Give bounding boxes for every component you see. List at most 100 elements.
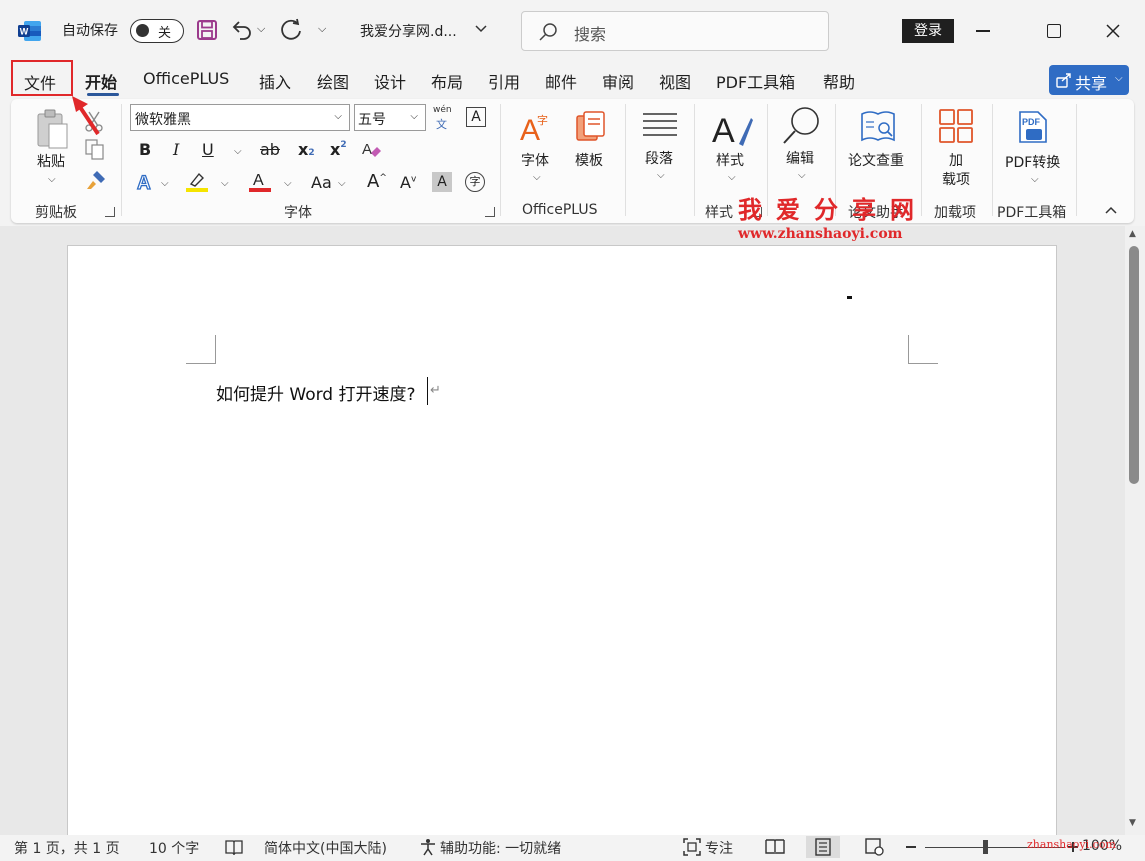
tab-home[interactable]: 开始	[85, 69, 117, 93]
change-case-button[interactable]: Aa	[311, 173, 332, 192]
paste-button-label[interactable]: 粘贴	[37, 151, 65, 171]
paragraph-dropdown-icon[interactable]: ⌵	[657, 170, 665, 181]
word-app-icon: W	[18, 21, 41, 41]
accessibility-icon[interactable]	[419, 838, 437, 856]
change-case-dropdown-icon[interactable]: ⌵	[338, 178, 346, 189]
zoom-slider-thumb[interactable]	[983, 840, 988, 854]
undo-dropdown-icon[interactable]: ⌵	[257, 22, 265, 36]
clipboard-launcher-icon[interactable]	[105, 207, 115, 217]
print-layout-button[interactable]	[806, 836, 840, 858]
scroll-down-icon[interactable]: ▼	[1129, 818, 1136, 828]
pdf-convert-icon[interactable]: PDF	[1016, 110, 1050, 144]
tab-review[interactable]: 审阅	[602, 69, 634, 93]
paper-check-icon[interactable]	[860, 110, 896, 144]
addins-label-line1[interactable]: 加	[949, 150, 963, 170]
web-layout-icon[interactable]	[865, 838, 885, 856]
paragraph-icon[interactable]	[642, 110, 678, 140]
tab-view[interactable]: 视图	[659, 69, 691, 93]
scrollbar-thumb[interactable]	[1129, 246, 1139, 484]
scroll-up-icon[interactable]: ▲	[1129, 229, 1136, 239]
save-icon[interactable]	[196, 19, 218, 41]
char-border-icon[interactable]: A	[466, 107, 486, 127]
enclose-char-button[interactable]: 字	[465, 172, 485, 192]
search-input[interactable]: 搜索	[521, 11, 829, 51]
document-title[interactable]: 我爱分享网.d...	[360, 21, 457, 41]
focus-mode-label[interactable]: 专注	[705, 838, 733, 858]
maximize-icon[interactable]	[1047, 24, 1061, 38]
tab-officeplus[interactable]: OfficePLUS	[143, 69, 229, 88]
font-color-dropdown-icon[interactable]: ⌵	[284, 178, 292, 189]
bold-button[interactable]: B	[139, 140, 151, 159]
superscript-button[interactable]: x2	[330, 140, 347, 159]
font-color-icon[interactable]: A	[248, 170, 272, 194]
tab-file[interactable]: 文件	[11, 60, 73, 96]
addins-label-line2[interactable]: 载项	[942, 169, 970, 189]
grow-font-button[interactable]: A^	[367, 171, 387, 192]
share-button[interactable]: 共享 ⌵	[1049, 65, 1129, 95]
pdf-convert-label[interactable]: PDF转换	[1005, 152, 1060, 172]
accessibility-status[interactable]: 辅助功能: 一切就绪	[440, 838, 561, 858]
focus-icon[interactable]	[683, 838, 701, 856]
language-status[interactable]: 简体中文(中国大陆)	[264, 838, 387, 858]
clear-formatting-icon[interactable]: A	[360, 139, 382, 161]
subscript-button[interactable]: x2	[298, 140, 315, 159]
autosave-toggle[interactable]: 关	[130, 19, 184, 43]
pdf-convert-dropdown-icon[interactable]: ⌵	[1031, 174, 1039, 185]
text-effects-icon[interactable]: A	[135, 171, 157, 193]
shrink-font-button[interactable]: Av	[400, 173, 416, 192]
font-launcher-icon[interactable]	[485, 207, 495, 217]
tab-references[interactable]: 引用	[488, 69, 520, 93]
customize-qat-icon[interactable]: ⌵	[318, 22, 326, 36]
paper-check-label[interactable]: 论文查重	[848, 150, 904, 170]
officeplus-template-icon[interactable]	[573, 110, 607, 144]
tab-design[interactable]: 设计	[374, 69, 406, 93]
proofing-icon[interactable]	[224, 839, 244, 857]
document-text[interactable]: 如何提升 Word 打开速度?	[216, 380, 416, 405]
strikethrough-button[interactable]: ab	[260, 140, 280, 159]
tab-help[interactable]: 帮助	[823, 69, 855, 93]
tab-draw[interactable]: 绘图	[317, 69, 349, 93]
paragraph-label[interactable]: 段落	[645, 148, 673, 168]
officeplus-font-dropdown-icon[interactable]: ⌵	[533, 172, 541, 183]
undo-icon[interactable]	[230, 18, 254, 42]
officeplus-template-label[interactable]: 模板	[575, 150, 603, 170]
italic-button[interactable]: I	[173, 140, 179, 159]
char-shading-button[interactable]: A	[432, 172, 452, 192]
zoom-out-icon[interactable]	[906, 846, 916, 848]
text-effects-dropdown-icon[interactable]: ⌵	[161, 178, 169, 189]
phonetic-guide-top[interactable]: wén	[433, 105, 452, 115]
styles-label[interactable]: 样式	[716, 150, 744, 170]
collapse-ribbon-icon[interactable]	[1104, 205, 1118, 215]
underline-dropdown-icon[interactable]: ⌵	[234, 146, 242, 157]
close-icon[interactable]	[1103, 21, 1123, 41]
chevron-down-icon[interactable]	[474, 22, 488, 36]
paste-icon[interactable]	[35, 108, 71, 152]
officeplus-font-label[interactable]: 字体	[521, 150, 549, 170]
addins-icon[interactable]	[938, 108, 974, 144]
editing-label[interactable]: 编辑	[786, 148, 814, 168]
editing-dropdown-icon[interactable]: ⌵	[798, 170, 806, 181]
highlighter-dropdown-icon[interactable]: ⌵	[221, 178, 229, 189]
paste-dropdown-icon[interactable]: ⌵	[48, 174, 56, 185]
font-size-select[interactable]: 五号 ⌵	[354, 104, 426, 131]
styles-icon[interactable]: A	[711, 108, 753, 148]
read-mode-icon[interactable]	[765, 838, 785, 856]
redo-icon[interactable]	[279, 18, 303, 42]
tab-mailings[interactable]: 邮件	[545, 69, 577, 93]
format-painter-icon[interactable]	[85, 169, 107, 191]
highlighter-icon[interactable]	[185, 170, 209, 194]
editing-search-icon[interactable]	[781, 106, 821, 146]
phonetic-guide-bottom[interactable]: 文	[436, 116, 447, 132]
tab-insert[interactable]: 插入	[259, 69, 291, 93]
font-name-select[interactable]: 微软雅黑 ⌵	[130, 104, 350, 131]
copy-icon[interactable]	[85, 139, 105, 161]
officeplus-font-icon[interactable]: A 字	[519, 110, 553, 144]
underline-button[interactable]: U	[202, 140, 214, 159]
page-count[interactable]: 第 1 页，共 1 页	[14, 838, 120, 858]
login-button[interactable]: 登录	[902, 19, 954, 43]
tab-pdf-toolbox[interactable]: PDF工具箱	[716, 69, 795, 93]
styles-dropdown-icon[interactable]: ⌵	[728, 172, 736, 183]
word-count[interactable]: 10 个字	[149, 838, 199, 858]
minimize-icon[interactable]	[976, 30, 990, 32]
tab-layout[interactable]: 布局	[431, 69, 463, 93]
